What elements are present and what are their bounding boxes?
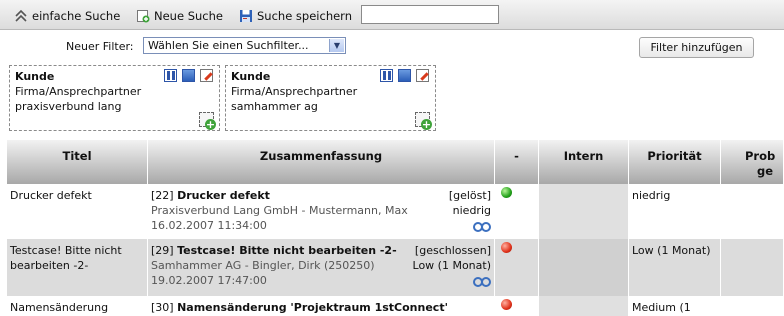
row-problem [721, 296, 784, 316]
summary-company: Samhammer AG - Bingler, Dirk (250250) [151, 259, 375, 272]
filter-select[interactable]: Wählen Sie einen Suchfilter... ▼ [143, 37, 346, 54]
row-problem [721, 184, 784, 239]
filter-box-field: Firma/Ansprechpartner [15, 85, 142, 98]
row-title: Drucker defekt [7, 184, 148, 239]
summary-date: 16.02.2007 11:34:00 [151, 219, 267, 232]
row-summary: [30] Namensänderung 'Projektraum 1stConn… [148, 296, 495, 316]
new-filter-label: Neuer Filter: [66, 40, 134, 53]
row-title: Testcase! Bitte nicht bearbeiten -2- [7, 239, 148, 296]
double-chevron-up-icon [14, 9, 28, 23]
pause-icon[interactable] [380, 69, 393, 82]
row-priority: niedrig [629, 184, 721, 239]
row-problem [721, 239, 784, 296]
status-cell [495, 184, 539, 239]
summary-title[interactable]: Testcase! Bitte nicht bearbeiten -2- [177, 244, 397, 257]
filter-box-value: praxisverbund lang [15, 100, 122, 113]
simple-search-label: einfache Suche [32, 9, 121, 23]
row-priority: Medium (1 [629, 296, 721, 316]
row-summary: [29] Testcase! Bitte nicht bearbeiten -2… [148, 239, 495, 296]
summary-title[interactable]: Drucker defekt [177, 189, 270, 202]
column-header-intern[interactable]: Intern [539, 140, 629, 184]
glasses-icon[interactable] [473, 220, 491, 232]
status-cell [495, 239, 539, 296]
filter-box-value: samhammer ag [231, 100, 318, 113]
search-input[interactable] [361, 5, 499, 24]
column-header-status[interactable]: - [495, 140, 539, 184]
toolbar: einfache Suche Neue Suche Suche speicher… [0, 0, 784, 30]
floppy-disk-icon [239, 9, 253, 23]
filter-box: Kunde Firma/Ansprechpartner samhammer ag [225, 65, 436, 131]
summary-priority: Low (1 Monat) [412, 259, 491, 272]
summary-id: [22] [151, 189, 174, 202]
filter-box: Kunde Firma/Ansprechpartner praxisverbun… [9, 65, 220, 131]
filter-box-field: Firma/Ansprechpartner [231, 85, 358, 98]
table-row[interactable]: Namensänderung [30] Namensänderung 'Proj… [7, 296, 784, 316]
summary-company: Praxisverbund Lang GmbH - Mustermann, Ma… [151, 204, 408, 217]
summary-id: [29] [151, 244, 174, 257]
status-cell [495, 296, 539, 316]
column-header-problem-line1: Prob [745, 149, 776, 163]
row-intern [539, 239, 629, 296]
add-criterion-icon[interactable] [415, 112, 432, 130]
column-header-priority[interactable]: Priorität [629, 140, 721, 184]
status-green-dot-icon [501, 187, 512, 198]
column-header-title[interactable]: Titel [7, 140, 148, 184]
table-row[interactable]: Testcase! Bitte nicht bearbeiten -2- [29… [7, 239, 784, 296]
stop-icon[interactable] [182, 69, 195, 82]
simple-search-button[interactable]: einfache Suche [14, 8, 120, 24]
row-intern [539, 296, 629, 316]
summary-date: 19.02.2007 17:47:00 [151, 274, 267, 287]
edit-icon[interactable] [200, 69, 213, 82]
new-document-icon [136, 9, 150, 23]
summary-id: [30] [151, 301, 174, 314]
column-header-summary[interactable]: Zusammenfassung [148, 140, 495, 184]
save-search-button[interactable]: Suche speichern [239, 8, 352, 24]
row-intern [539, 184, 629, 239]
pause-icon[interactable] [164, 69, 177, 82]
column-header-problem-line2: ge [757, 164, 774, 178]
glasses-icon[interactable] [473, 275, 491, 287]
new-search-label: Neue Suche [154, 9, 223, 23]
column-header-problem[interactable]: Prob ge [721, 140, 784, 184]
chevron-down-icon[interactable]: ▼ [329, 39, 344, 52]
new-search-button[interactable]: Neue Suche [136, 8, 223, 24]
summary-status: [geschlossen] [414, 244, 491, 257]
stop-icon[interactable] [398, 69, 411, 82]
summary-status: [gelöst] [448, 189, 491, 202]
row-summary: [22] Drucker defekt [gelöst] Praxisverbun… [148, 184, 495, 239]
row-priority: Low (1 Monat) [629, 239, 721, 296]
add-filter-button[interactable]: Filter hinzufügen [639, 37, 754, 58]
filter-select-value: Wählen Sie einen Suchfilter... [148, 39, 309, 52]
summary-priority: niedrig [452, 204, 491, 217]
summary-title[interactable]: Namensänderung 'Projektraum 1stConnect' [177, 301, 448, 314]
status-red-dot-icon [501, 299, 512, 310]
edit-icon[interactable] [416, 69, 429, 82]
save-search-label: Suche speichern [257, 9, 352, 23]
row-title: Namensänderung [7, 296, 148, 316]
status-red-dot-icon [501, 242, 512, 253]
table-row[interactable]: Drucker defekt [22] Drucker defekt [gelös… [7, 184, 784, 239]
add-criterion-icon[interactable] [199, 112, 216, 130]
